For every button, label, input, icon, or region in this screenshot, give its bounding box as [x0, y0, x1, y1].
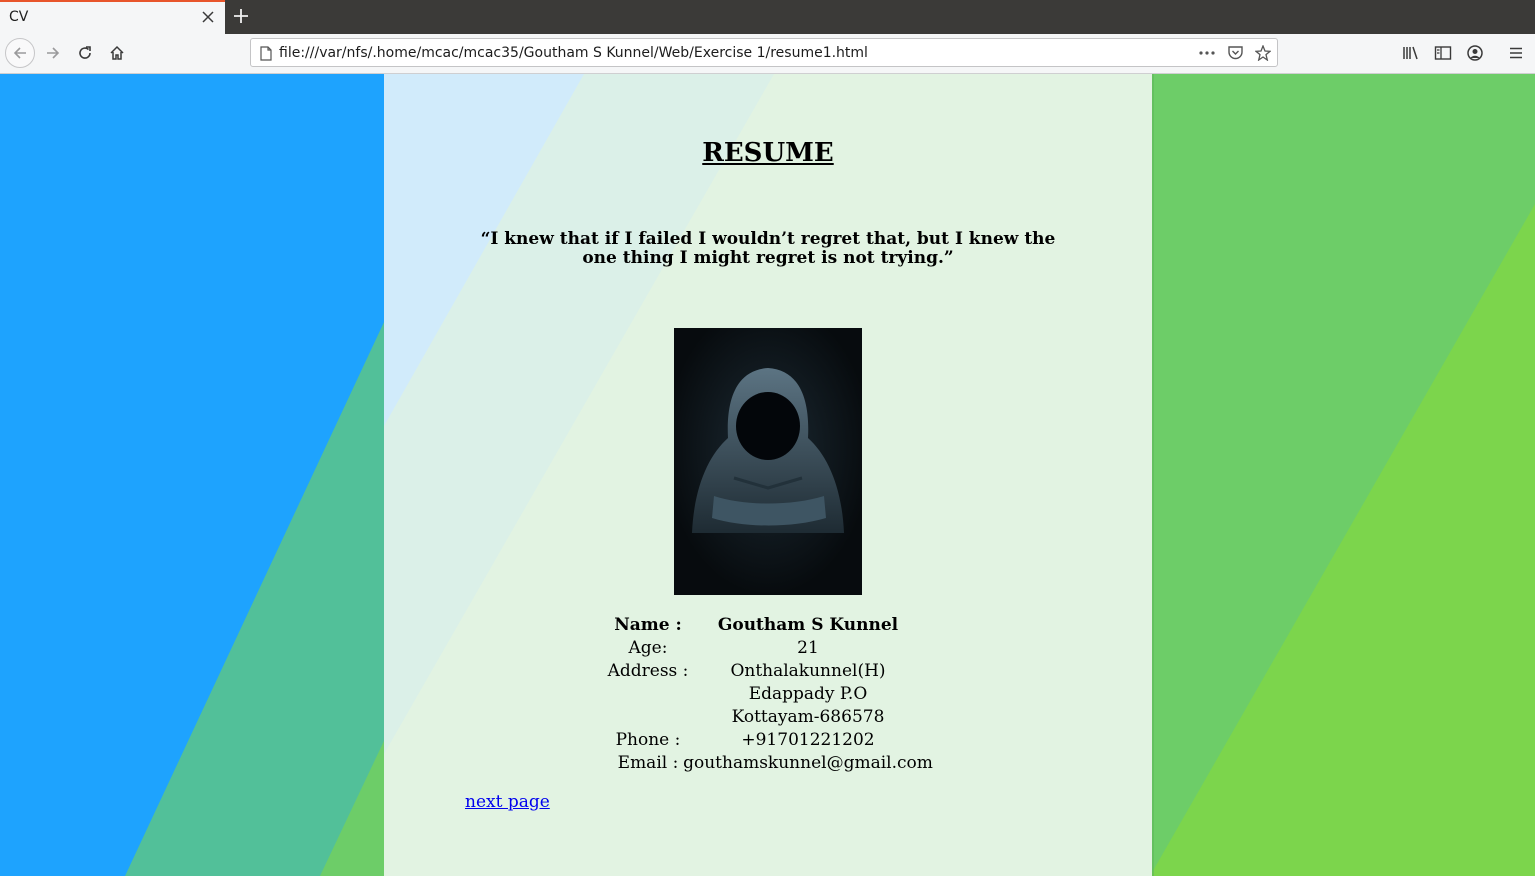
address-line-2: Edappady P.O [748, 684, 868, 704]
age-row: Age: 21 [384, 637, 1152, 660]
navigation-bar: file:///var/nfs/.home/mcac/mcac35/Goutha… [0, 34, 1535, 74]
tab-cv[interactable]: CV [0, 0, 225, 34]
page-viewport: RESUME “I knew that if I failed I wouldn… [0, 74, 1535, 876]
account-icon[interactable] [1466, 44, 1484, 62]
address-line-1: Onthalakunnel(H) [730, 661, 886, 681]
back-button[interactable] [5, 38, 35, 68]
tab-title: CV [9, 9, 29, 25]
resume-content: RESUME “I knew that if I failed I wouldn… [384, 74, 1152, 876]
page-info-icon[interactable] [258, 45, 274, 61]
home-button[interactable] [102, 38, 132, 68]
back-arrow-icon [13, 47, 26, 59]
name-value: Goutham S Kunnel [717, 615, 899, 635]
pocket-icon[interactable] [1227, 45, 1243, 61]
tab-bar: CV [0, 0, 1535, 34]
new-tab-icon[interactable] [230, 5, 252, 27]
url-bar[interactable]: file:///var/nfs/.home/mcac/mcac35/Goutha… [250, 38, 1278, 67]
phone-value: +91701221202 [741, 730, 875, 750]
email-value: gouthamskunnel@gmail.com [683, 753, 933, 773]
home-icon [110, 45, 124, 60]
hooded-figure-photo-icon [674, 328, 862, 595]
forward-button[interactable] [38, 38, 68, 68]
close-tab-icon[interactable] [199, 8, 217, 26]
menu-icon[interactable] [1507, 44, 1525, 62]
profile-photo [674, 328, 862, 595]
phone-row: Phone : +91701221202 [384, 729, 1152, 752]
reload-icon [79, 46, 91, 59]
personal-info: Name : Goutham S Kunnel Age: 21 Address … [384, 614, 1152, 775]
bookmark-star-icon[interactable] [1255, 45, 1271, 61]
name-row: Name : Goutham S Kunnel [384, 614, 1152, 637]
forward-arrow-icon [47, 47, 60, 59]
email-row: Email : gouthamskunnel@gmail.com [384, 752, 1152, 775]
address-line-3: Kottayam-686578 [731, 707, 885, 727]
quote-text: “I knew that if I failed I wouldn’t regr… [480, 229, 1056, 268]
page-title: RESUME [702, 138, 834, 168]
age-value: 21 [797, 638, 819, 658]
url-text[interactable]: file:///var/nfs/.home/mcac/mcac35/Goutha… [279, 45, 868, 61]
sidebar-icon[interactable] [1434, 44, 1452, 62]
next-page-link[interactable]: next page [465, 792, 550, 812]
address-row-3: Kottayam-686578 [384, 706, 1152, 729]
address-row: Address : Onthalakunnel(H) [384, 660, 1152, 683]
page-actions-icon[interactable] [1199, 45, 1215, 61]
resume-card: RESUME “I knew that if I failed I wouldn… [384, 74, 1152, 876]
address-row-2: Edappady P.O [384, 683, 1152, 706]
reload-button[interactable] [70, 38, 100, 68]
library-icon[interactable] [1402, 44, 1420, 62]
